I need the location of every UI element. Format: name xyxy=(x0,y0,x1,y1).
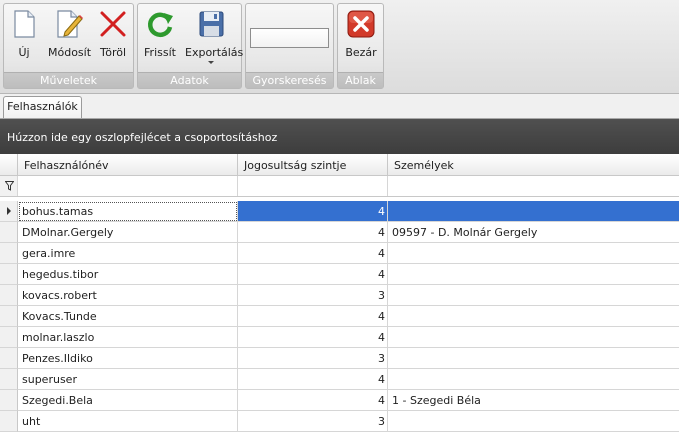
table-row[interactable]: Penzes.Ildiko 3 xyxy=(0,348,679,369)
filter-icon xyxy=(5,181,14,191)
cell-persons[interactable] xyxy=(388,306,679,327)
row-indicator xyxy=(0,411,18,432)
new-document-icon xyxy=(14,10,35,38)
delete-x-icon xyxy=(100,11,126,37)
group-by-panel[interactable]: Húzzon ide egy oszlopfejlécet a csoporto… xyxy=(0,119,679,154)
row-indicator xyxy=(0,201,18,222)
cell-username[interactable]: bohus.tamas xyxy=(18,201,238,222)
delete-button[interactable]: Töröl xyxy=(97,8,129,59)
cell-permission-level[interactable]: 3 xyxy=(238,411,388,432)
group-caption-adatok: Adatok xyxy=(138,72,241,88)
cell-username[interactable]: molnar.laszlo xyxy=(18,327,238,348)
cell-persons[interactable] xyxy=(388,243,679,264)
edit-button[interactable]: Módosít xyxy=(48,8,92,59)
table-row[interactable]: uht 3 xyxy=(0,411,679,432)
row-indicator-header xyxy=(0,154,18,176)
cell-permission-level[interactable]: 4 xyxy=(238,264,388,285)
close-window-button-label: Bezár xyxy=(345,46,377,59)
cell-username[interactable]: DMolnar.Gergely xyxy=(18,222,238,243)
cell-username[interactable]: Szegedi.Bela xyxy=(18,390,238,411)
cell-username[interactable]: gera.imre xyxy=(18,243,238,264)
cell-persons[interactable]: 1 - Szegedi Béla xyxy=(388,390,679,411)
edit-button-label: Módosít xyxy=(48,46,92,59)
row-indicator xyxy=(0,390,18,411)
row-indicator xyxy=(0,327,18,348)
cell-username[interactable]: hegedus.tibor xyxy=(18,264,238,285)
group-ablak: Bezár Ablak xyxy=(337,3,384,89)
column-header-persons[interactable]: Személyek xyxy=(388,154,679,176)
column-header-username[interactable]: Felhasználónév xyxy=(18,154,238,176)
export-button-label: Exportálás xyxy=(185,46,244,59)
save-disk-icon xyxy=(199,11,224,37)
row-indicator xyxy=(0,222,18,243)
column-header-permission-level[interactable]: Jogosultság szintje xyxy=(238,154,388,176)
cell-permission-level[interactable]: 3 xyxy=(238,348,388,369)
group-adatok: Frissít Exportálás Adatok xyxy=(137,3,244,89)
table-row[interactable]: Kovacs.Tunde 4 xyxy=(0,306,679,327)
close-window-icon xyxy=(347,10,375,38)
group-caption-muveletek: Műveletek xyxy=(4,72,133,88)
quick-search-input[interactable] xyxy=(250,28,329,48)
cell-permission-level[interactable]: 4 xyxy=(238,222,388,243)
table-row[interactable]: bohus.tamas 4 xyxy=(0,201,679,222)
group-caption-gyorskereses: Gyorskeresés xyxy=(246,72,333,88)
table-row[interactable]: Szegedi.Bela 4 1 - Szegedi Béla xyxy=(0,390,679,411)
cell-persons[interactable] xyxy=(388,369,679,390)
refresh-button-label: Frissít xyxy=(144,46,176,59)
cell-permission-level[interactable]: 4 xyxy=(238,306,388,327)
new-button[interactable]: Új xyxy=(8,8,40,59)
filter-username[interactable] xyxy=(18,176,238,196)
cell-permission-level[interactable]: 4 xyxy=(238,243,388,264)
table-row[interactable]: molnar.laszlo 4 xyxy=(0,327,679,348)
auto-filter-row xyxy=(0,176,679,197)
cell-persons[interactable]: 09597 - D. Molnár Gergely xyxy=(388,222,679,243)
chevron-down-icon xyxy=(208,61,214,64)
filter-indicator-cell xyxy=(0,176,18,196)
close-window-button[interactable]: Bezár xyxy=(344,8,378,59)
group-muveletek: Új Módosít Töröl Műveletek xyxy=(3,3,134,89)
refresh-button[interactable]: Frissít xyxy=(143,8,177,59)
cell-permission-level[interactable]: 4 xyxy=(238,327,388,348)
edit-document-icon xyxy=(57,10,83,38)
group-gyorskereses: Gyorskeresés xyxy=(245,3,334,89)
row-indicator xyxy=(0,243,18,264)
cell-persons[interactable] xyxy=(388,264,679,285)
current-row-arrow-icon xyxy=(7,207,11,215)
cell-permission-level[interactable]: 3 xyxy=(238,285,388,306)
row-indicator xyxy=(0,348,18,369)
cell-username[interactable]: superuser xyxy=(18,369,238,390)
cell-permission-level[interactable]: 4 xyxy=(238,201,388,222)
cell-username[interactable]: Penzes.Ildiko xyxy=(18,348,238,369)
row-indicator xyxy=(0,285,18,306)
table-row[interactable]: gera.imre 4 xyxy=(0,243,679,264)
row-indicator xyxy=(0,264,18,285)
cell-permission-level[interactable]: 4 xyxy=(238,390,388,411)
row-indicator xyxy=(0,369,18,390)
delete-button-label: Töröl xyxy=(99,46,127,59)
cell-persons[interactable] xyxy=(388,411,679,432)
table-row[interactable]: DMolnar.Gergely 4 09597 - D. Molnár Gerg… xyxy=(0,222,679,243)
cell-permission-level[interactable]: 4 xyxy=(238,369,388,390)
row-indicator xyxy=(0,306,18,327)
cell-persons[interactable] xyxy=(388,348,679,369)
export-button[interactable]: Exportálás xyxy=(185,8,244,64)
document-tab-strip: Felhasználók xyxy=(0,94,679,119)
cell-persons[interactable] xyxy=(388,285,679,306)
group-caption-ablak: Ablak xyxy=(338,72,383,88)
table-row[interactable]: kovacs.robert 3 xyxy=(0,285,679,306)
cell-username[interactable]: uht xyxy=(18,411,238,432)
table-row[interactable]: hegedus.tibor 4 xyxy=(0,264,679,285)
ribbon: Új Módosít Töröl Műveletek Frissít Expor… xyxy=(0,0,679,94)
cell-persons[interactable] xyxy=(388,327,679,348)
cell-persons[interactable] xyxy=(388,201,679,222)
tab-felhasznalok[interactable]: Felhasználók xyxy=(3,96,82,118)
filter-permission-level[interactable] xyxy=(238,176,388,196)
table-row[interactable]: superuser 4 xyxy=(0,369,679,390)
refresh-icon xyxy=(148,12,173,38)
cell-username[interactable]: Kovacs.Tunde xyxy=(18,306,238,327)
new-button-label: Új xyxy=(18,46,30,59)
cell-username[interactable]: kovacs.robert xyxy=(18,285,238,306)
filter-persons[interactable] xyxy=(388,176,679,196)
